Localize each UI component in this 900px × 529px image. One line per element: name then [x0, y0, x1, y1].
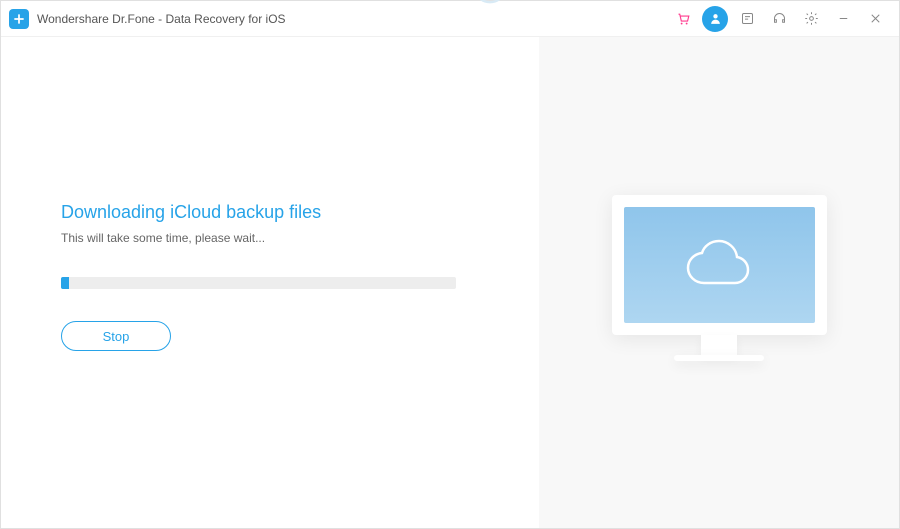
- content-area: 2% Downloading iCloud backup files This …: [1, 37, 899, 528]
- user-icon[interactable]: [702, 6, 728, 32]
- cloud-icon: [679, 238, 759, 293]
- feedback-icon[interactable]: [734, 6, 760, 32]
- close-button[interactable]: [862, 6, 888, 32]
- left-panel: 2% Downloading iCloud backup files This …: [1, 37, 539, 528]
- status-subtext: This will take some time, please wait...: [61, 231, 479, 245]
- progress-fill: [61, 277, 69, 289]
- status-heading: Downloading iCloud backup files: [61, 202, 479, 223]
- progress-ring: 2%: [471, 0, 509, 5]
- monitor-illustration: [612, 195, 827, 370]
- right-panel: [539, 37, 899, 528]
- titlebar: Wondershare Dr.Fone - Data Recovery for …: [1, 1, 899, 37]
- minimize-button[interactable]: [830, 6, 856, 32]
- app-logo-icon: [9, 9, 29, 29]
- window-title: Wondershare Dr.Fone - Data Recovery for …: [37, 12, 286, 26]
- progress-bar: [61, 277, 456, 289]
- stop-button-label: Stop: [103, 329, 130, 344]
- cart-icon[interactable]: [670, 6, 696, 32]
- app-window: Wondershare Dr.Fone - Data Recovery for …: [0, 0, 900, 529]
- stop-button[interactable]: Stop: [61, 321, 171, 351]
- headset-icon[interactable]: [766, 6, 792, 32]
- settings-icon[interactable]: [798, 6, 824, 32]
